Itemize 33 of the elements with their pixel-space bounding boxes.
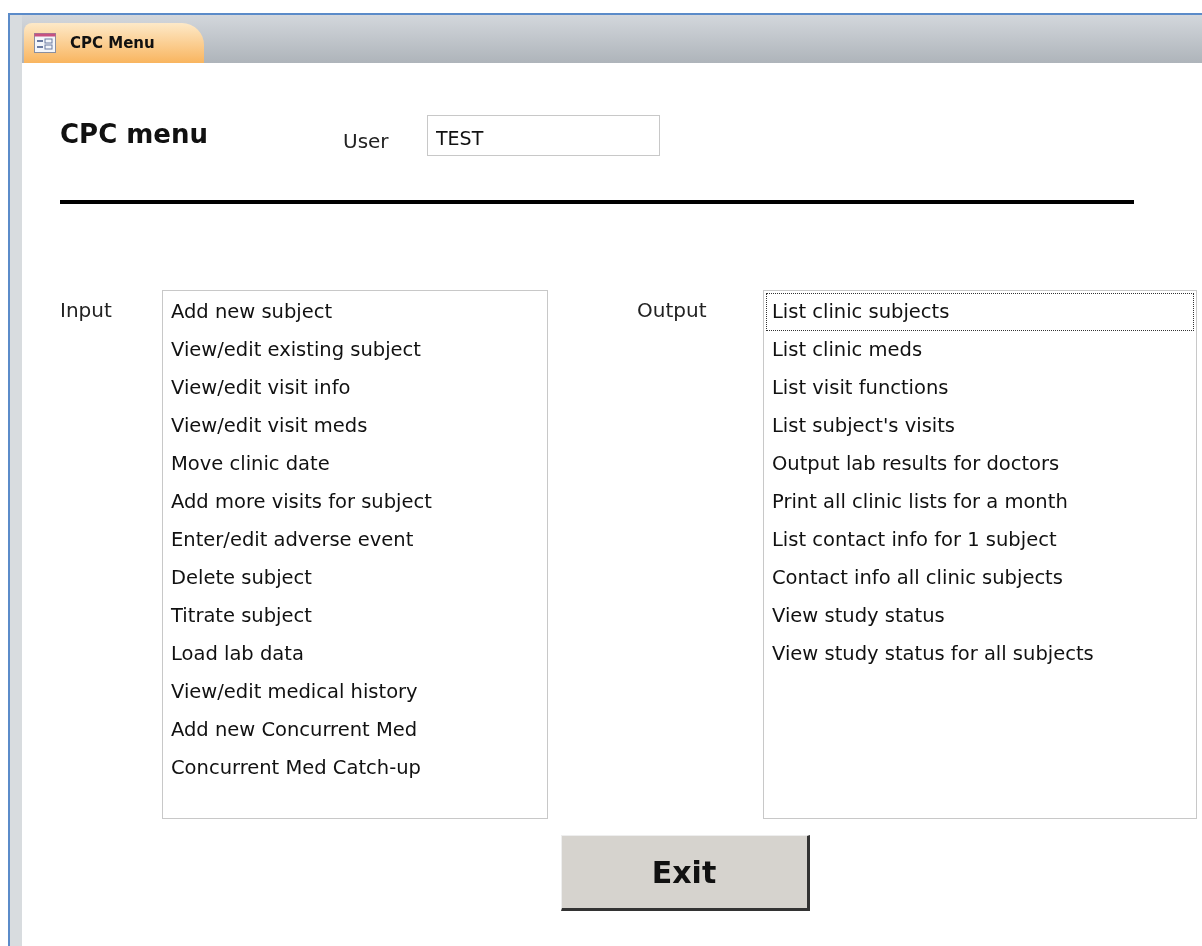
list-item[interactable]: Load lab data [165, 635, 545, 673]
list-item[interactable]: Add new Concurrent Med [165, 711, 545, 749]
list-box[interactable] [763, 290, 1197, 819]
exit-button[interactable]: Exit [560, 835, 810, 911]
list-item[interactable]: List contact info for 1 subject [766, 521, 1194, 559]
list-item[interactable]: Concurrent Med Catch-up [165, 749, 545, 787]
list-item[interactable]: Add more visits for subject [165, 483, 545, 521]
list-item[interactable]: Print all clinic lists for a month [766, 483, 1194, 521]
list-item[interactable]: View/edit visit info [165, 369, 545, 407]
form-tab[interactable]: CPC Menu [24, 23, 204, 63]
list-label: Output [637, 298, 708, 324]
list-item[interactable]: List visit functions [766, 369, 1194, 407]
list-label: Input [60, 298, 113, 324]
user-field[interactable]: TEST [427, 115, 660, 156]
list-item[interactable]: Enter/edit adverse event [165, 521, 545, 559]
list-item[interactable]: View/edit medical history [165, 673, 545, 711]
list-item[interactable]: Titrate subject [165, 597, 545, 635]
list-item[interactable]: Contact info all clinic subjects [766, 559, 1194, 597]
list-item[interactable]: View study status for all subjects [766, 635, 1194, 673]
list-box[interactable] [162, 290, 548, 819]
list-item[interactable]: List clinic meds [766, 331, 1194, 369]
list-item[interactable]: Add new subject [165, 293, 545, 331]
form-title: CPC menu [60, 119, 209, 149]
list-item[interactable]: Delete subject [165, 559, 545, 597]
user-label: User [343, 129, 390, 153]
list-item[interactable]: View/edit visit meds [165, 407, 545, 445]
list-item[interactable]: Move clinic date [165, 445, 545, 483]
list-item[interactable]: View/edit existing subject [165, 331, 545, 369]
list-item[interactable]: Output lab results for doctors [766, 445, 1194, 483]
list-item[interactable]: List subject's visits [766, 407, 1194, 445]
list-item[interactable]: List clinic subjects [766, 293, 1194, 331]
list-item[interactable]: View study status [766, 597, 1194, 635]
form-icon [34, 33, 56, 53]
